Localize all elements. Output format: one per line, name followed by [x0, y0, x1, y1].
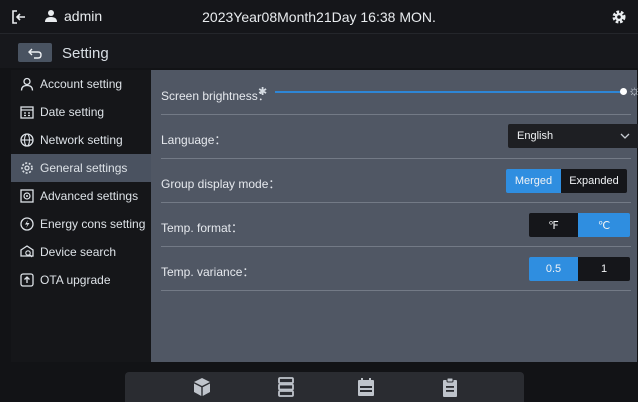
cube-icon[interactable] [191, 376, 213, 398]
temp-format-celsius-option[interactable]: ℃ [578, 213, 630, 237]
brightness-high-icon: ☼ [628, 82, 638, 98]
temp-variance-1-option[interactable]: 1 [578, 257, 630, 281]
bottom-navigation [125, 372, 524, 402]
brightness-low-icon: ✱ [258, 86, 268, 98]
general-settings-panel: Screen brightness： ✱ ☼ Language： English… [151, 70, 638, 362]
datetime-display: 2023Year08Month21Day 16:38 MON. [202, 9, 436, 25]
temp-format-row: Temp. format： ℉ ℃ [161, 202, 631, 247]
sidebar-item-general-settings[interactable]: General settings [11, 154, 151, 182]
temp-format-toggle: ℉ ℃ [529, 213, 630, 237]
sidebar-item-label: OTA upgrade [40, 273, 111, 287]
language-value: English [517, 130, 554, 142]
group-display-merged-option[interactable]: Merged [506, 169, 561, 193]
language-row: Language： English [161, 114, 638, 159]
chevron-down-icon [620, 133, 630, 139]
group-display-toggle: Merged Expanded [506, 169, 627, 193]
temp-format-fahrenheit-option[interactable]: ℉ [529, 213, 578, 237]
sidebar-item-label: General settings [40, 161, 128, 175]
sidebar-item-label: Advanced settings [40, 189, 139, 203]
sidebar-item-advanced-settings[interactable]: Advanced settings [11, 182, 151, 210]
energy-icon [20, 217, 34, 231]
sidebar-item-network-setting[interactable]: Network setting [11, 126, 151, 154]
globe-icon [20, 133, 34, 147]
group-display-expanded-option[interactable]: Expanded [561, 169, 627, 193]
back-arrow-icon [28, 48, 42, 59]
sidebar-item-label: Network setting [40, 133, 123, 147]
calendar-schedule-icon[interactable] [355, 376, 377, 398]
clipboard-icon[interactable] [439, 376, 461, 398]
sidebar-item-label: Device search [40, 245, 117, 259]
top-bar: admin 2023Year08Month21Day 16:38 MON. [0, 0, 638, 34]
sidebar-item-energy-cons-setting[interactable]: Energy cons setting [11, 210, 151, 238]
group-display-label: Group display mode： [161, 177, 281, 191]
sidebar-item-date-setting[interactable]: Date setting [11, 98, 151, 126]
temp-variance-row: Temp. variance： 0.5 1 [161, 246, 631, 291]
brightness-row: Screen brightness： ✱ ☼ [161, 70, 638, 115]
gear-icon [21, 162, 33, 174]
page-title: Setting [62, 45, 109, 62]
brightness-label: Screen brightness： [161, 89, 270, 103]
sidebar-item-label: Date setting [40, 105, 105, 119]
sidebar-item-label: Energy cons setting [40, 217, 146, 231]
temp-variance-0-5-option[interactable]: 0.5 [529, 257, 578, 281]
language-label: Language： [161, 133, 227, 147]
user-icon [20, 77, 34, 91]
temp-variance-label: Temp. variance： [161, 265, 255, 279]
upgrade-icon [20, 273, 34, 287]
sidebar-item-label: Account setting [40, 77, 123, 91]
server-list-icon[interactable] [275, 376, 297, 398]
sidebar-item-account-setting[interactable]: Account setting [11, 70, 151, 98]
calendar-icon [20, 106, 34, 119]
settings-gear-icon[interactable] [610, 8, 628, 26]
group-display-row: Group display mode： Merged Expanded [161, 158, 631, 203]
back-button[interactable] [18, 43, 52, 62]
temp-variance-toggle: 0.5 1 [529, 257, 630, 281]
brightness-slider-handle[interactable] [620, 88, 627, 95]
brightness-slider[interactable] [275, 91, 624, 93]
settings-sidebar: Account setting Date setting Network set… [11, 70, 151, 362]
temp-format-label: Temp. format： [161, 221, 244, 235]
advanced-icon [20, 189, 34, 203]
sidebar-item-ota-upgrade[interactable]: OTA upgrade [11, 266, 151, 294]
sidebar-item-device-search[interactable]: Device search [11, 238, 151, 266]
language-select[interactable]: English [508, 124, 638, 148]
device-search-icon [20, 245, 34, 258]
